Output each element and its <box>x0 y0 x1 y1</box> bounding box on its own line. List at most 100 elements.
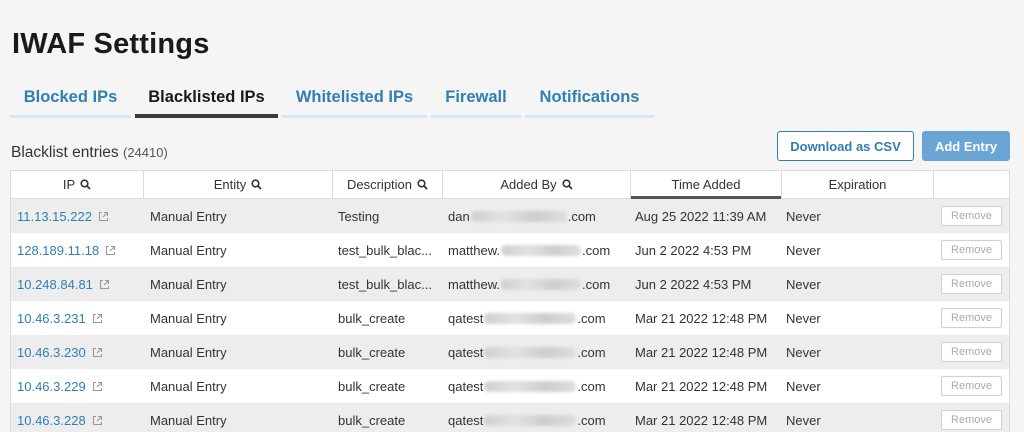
external-link-icon[interactable] <box>92 313 103 324</box>
redacted-email <box>470 210 567 222</box>
added-by-prefix: qatest <box>448 344 484 360</box>
description-cell: bulk_create <box>338 310 406 326</box>
table-row: 10.46.3.229 Manual Entry bulk_create qat… <box>11 369 1009 403</box>
column-header-ip[interactable]: IP <box>11 171 144 198</box>
ip-link[interactable]: 10.46.3.229 <box>17 379 86 394</box>
added-by-prefix: qatest <box>448 378 484 394</box>
ip-cell: 10.46.3.229 <box>11 369 144 403</box>
ip-link[interactable]: 10.46.3.231 <box>17 311 86 326</box>
external-link-icon[interactable] <box>92 381 103 392</box>
table-row: 10.46.3.228 Manual Entry bulk_create qat… <box>11 403 1009 432</box>
tab-blacklisted-ips[interactable]: Blacklisted IPs <box>135 80 278 118</box>
ip-link[interactable]: 10.248.84.81 <box>17 277 93 292</box>
added-by-cell: qatest .com <box>443 301 631 335</box>
description-cell: bulk_create <box>338 344 406 360</box>
ip-cell: 128.189.11.18 <box>11 233 144 267</box>
description-cell: test_bulk_blac... <box>338 242 432 258</box>
tab-firewall[interactable]: Firewall <box>431 80 521 118</box>
ip-link[interactable]: 128.189.11.18 <box>17 243 99 258</box>
tab-blocked-ips[interactable]: Blocked IPs <box>10 80 131 118</box>
download-csv-button[interactable]: Download as CSV <box>777 131 914 161</box>
added-by-suffix: .com <box>577 310 606 326</box>
remove-button[interactable]: Remove <box>941 376 1002 396</box>
add-entry-button[interactable]: Add Entry <box>922 131 1010 161</box>
entity-cell: Manual Entry <box>150 310 227 326</box>
added-by-cell: qatest .com <box>443 403 631 432</box>
table-row: 128.189.11.18 Manual Entry test_bulk_bla… <box>11 233 1009 267</box>
expiration-cell: Never <box>786 242 821 258</box>
ip-cell: 11.13.15.222 <box>11 199 144 233</box>
added-by-suffix: .com <box>577 344 606 360</box>
expiration-cell: Never <box>786 412 821 428</box>
description-cell: Testing <box>338 208 380 224</box>
column-header-actions <box>934 171 1009 198</box>
column-label: Description <box>346 177 413 192</box>
added-by-prefix: matthew. <box>448 242 501 258</box>
redacted-email <box>501 278 582 290</box>
ip-cell: 10.248.84.81 <box>11 267 144 301</box>
external-link-icon[interactable] <box>92 415 103 426</box>
remove-button[interactable]: Remove <box>941 410 1002 430</box>
entity-cell: Manual Entry <box>150 208 227 224</box>
tab-whitelisted-ips[interactable]: Whitelisted IPs <box>282 80 427 118</box>
redacted-email <box>501 244 582 256</box>
external-link-icon[interactable] <box>99 279 110 290</box>
column-label: Added By <box>500 177 557 192</box>
ip-cell: 10.46.3.230 <box>11 335 144 369</box>
time-added-cell: Mar 21 2022 12:48 PM <box>635 310 768 326</box>
remove-button[interactable]: Remove <box>941 206 1002 226</box>
added-by-prefix: qatest <box>448 310 484 326</box>
redacted-email <box>484 312 577 324</box>
actions-cell: Remove <box>934 369 1009 403</box>
redacted-email <box>484 380 577 392</box>
column-header-description[interactable]: Description <box>333 171 443 198</box>
expiration-cell: Never <box>786 344 821 360</box>
remove-button[interactable]: Remove <box>941 240 1002 260</box>
actions-cell: Remove <box>934 267 1009 301</box>
tab-bar: Blocked IPs Blacklisted IPs Whitelisted … <box>10 80 658 118</box>
column-header-entity[interactable]: Entity <box>144 171 333 198</box>
added-by-suffix: .com <box>582 242 611 258</box>
tab-notifications[interactable]: Notifications <box>525 80 654 118</box>
blacklist-table: IP Entity Description Added By Time Adde… <box>10 170 1010 432</box>
time-added-cell: Mar 21 2022 12:48 PM <box>635 378 768 394</box>
ip-link[interactable]: 10.46.3.230 <box>17 345 86 360</box>
search-icon[interactable] <box>417 179 428 190</box>
column-header-expiration[interactable]: Expiration <box>782 171 934 198</box>
column-label: Time Added <box>671 177 741 192</box>
actions-cell: Remove <box>934 403 1009 432</box>
remove-button[interactable]: Remove <box>941 308 1002 328</box>
entity-cell: Manual Entry <box>150 344 227 360</box>
description-cell: bulk_create <box>338 412 406 428</box>
search-icon[interactable] <box>80 179 91 190</box>
entry-count: (24410) <box>123 145 168 160</box>
column-label: IP <box>62 177 76 192</box>
external-link-icon[interactable] <box>92 347 103 358</box>
description-cell: bulk_create <box>338 378 406 394</box>
added-by-cell: matthew. .com <box>443 267 631 301</box>
expiration-cell: Never <box>786 310 821 326</box>
added-by-prefix: dan <box>448 208 470 224</box>
actions-cell: Remove <box>934 233 1009 267</box>
added-by-cell: matthew. .com <box>443 233 631 267</box>
added-by-cell: qatest .com <box>443 369 631 403</box>
external-link-icon[interactable] <box>98 211 109 222</box>
search-icon[interactable] <box>251 179 262 190</box>
ip-link[interactable]: 10.46.3.228 <box>17 413 86 428</box>
table-row: 10.46.3.230 Manual Entry bulk_create qat… <box>11 335 1009 369</box>
actions-cell: Remove <box>934 335 1009 369</box>
added-by-suffix: .com <box>577 378 606 394</box>
remove-button[interactable]: Remove <box>941 274 1002 294</box>
remove-button[interactable]: Remove <box>941 342 1002 362</box>
external-link-icon[interactable] <box>105 245 116 256</box>
column-header-added-by[interactable]: Added By <box>443 171 631 198</box>
added-by-suffix: .com <box>567 208 596 224</box>
column-header-time-added[interactable]: Time Added <box>631 171 782 199</box>
time-added-cell: Jun 2 2022 4:53 PM <box>635 276 752 292</box>
added-by-cell: dan .com <box>443 199 631 233</box>
entity-cell: Manual Entry <box>150 378 227 394</box>
table-header: IP Entity Description Added By Time Adde… <box>11 171 1009 199</box>
added-by-suffix: .com <box>577 412 606 428</box>
ip-link[interactable]: 11.13.15.222 <box>17 209 92 224</box>
search-icon[interactable] <box>562 179 573 190</box>
